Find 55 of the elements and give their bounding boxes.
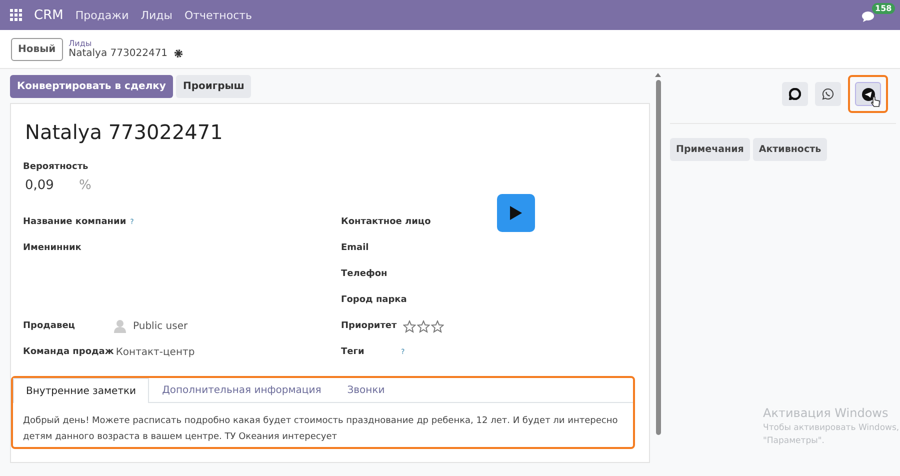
- chat-bubble-icon: [789, 88, 801, 100]
- field-label: Контактное лицо: [341, 217, 431, 227]
- field-label: Теги: [341, 347, 366, 357]
- field-label: Команда продаж: [23, 347, 114, 357]
- record-name: Natalya 773022471: [68, 48, 168, 59]
- activation-text: Чтобы активировать Windows,: [763, 422, 900, 435]
- play-icon: [510, 206, 522, 220]
- notebook-tab[interactable]: Звонки: [334, 378, 398, 402]
- play-button[interactable]: [497, 194, 535, 232]
- hand-cursor-icon: [871, 96, 880, 107]
- activation-text: "Параметры".: [763, 435, 826, 448]
- activation-title: Активация Windows: [763, 405, 890, 422]
- scroll-up-icon[interactable]: [655, 73, 661, 77]
- field-label: Вероятность: [23, 162, 90, 172]
- field-label: Продавец: [23, 321, 76, 331]
- field-label: Город парка: [341, 295, 407, 305]
- settings-icon[interactable]: [174, 49, 183, 58]
- chatter-tab[interactable]: Примечания: [670, 138, 750, 161]
- help-mark[interactable]: ?: [401, 348, 405, 356]
- app-name[interactable]: CRM: [34, 8, 64, 22]
- phone-bubble-icon: [822, 88, 834, 100]
- menu-item[interactable]: Отчетность: [184, 8, 252, 22]
- priority-star-icon[interactable]: [416, 320, 430, 332]
- breadcrumb-link[interactable]: Лиды: [68, 39, 183, 48]
- channel-button[interactable]: [782, 82, 808, 106]
- field-value[interactable]: Контакт-центр: [116, 346, 195, 358]
- apps-menu-icon[interactable]: [10, 9, 22, 21]
- help-mark[interactable]: ?: [130, 218, 134, 226]
- menu-item[interactable]: Продажи: [75, 8, 129, 22]
- channel-button[interactable]: [855, 82, 881, 106]
- percent-sign: %: [78, 178, 92, 193]
- message-count-badge: 158: [872, 3, 895, 14]
- channel-button[interactable]: [815, 82, 841, 106]
- statusbar-button[interactable]: Конвертировать в сделку: [10, 75, 173, 98]
- priority-star-icon[interactable]: [430, 320, 444, 332]
- menu-item[interactable]: Лиды: [140, 8, 172, 22]
- avatar-icon: [113, 319, 127, 333]
- record-title: Natalya 773022471: [25, 120, 224, 144]
- priority-star-icon[interactable]: [402, 320, 416, 332]
- probability-value[interactable]: 0,09: [25, 178, 54, 193]
- paper-plane-icon: [862, 88, 874, 100]
- chatter-tab[interactable]: Активность: [752, 138, 828, 161]
- scrollbar-thumb[interactable]: [656, 80, 660, 435]
- chat-bubbles-icon[interactable]: [862, 11, 876, 23]
- notebook-tab[interactable]: Дополнительная информация: [149, 378, 334, 402]
- field-value[interactable]: Public user: [133, 320, 188, 332]
- statusbar-button[interactable]: Проигрыш: [176, 75, 252, 98]
- notebook-tab[interactable]: Внутренние заметки: [13, 378, 150, 403]
- field-label: Именинник: [23, 243, 82, 253]
- field-label: Название компании: [23, 217, 126, 227]
- new-button[interactable]: Новый: [11, 38, 63, 60]
- internal-note-text: Добрый день! Можете расписать подробно какая будет стоимость празднование др ребенка, 12 лет. И будет ли интересно детям данного возраста в вашем центре. ТУ Океания интересует: [22, 415, 619, 444]
- field-label: Телефон: [341, 269, 388, 279]
- field-label: Приоритет: [341, 321, 397, 331]
- field-label: Email: [341, 243, 370, 253]
